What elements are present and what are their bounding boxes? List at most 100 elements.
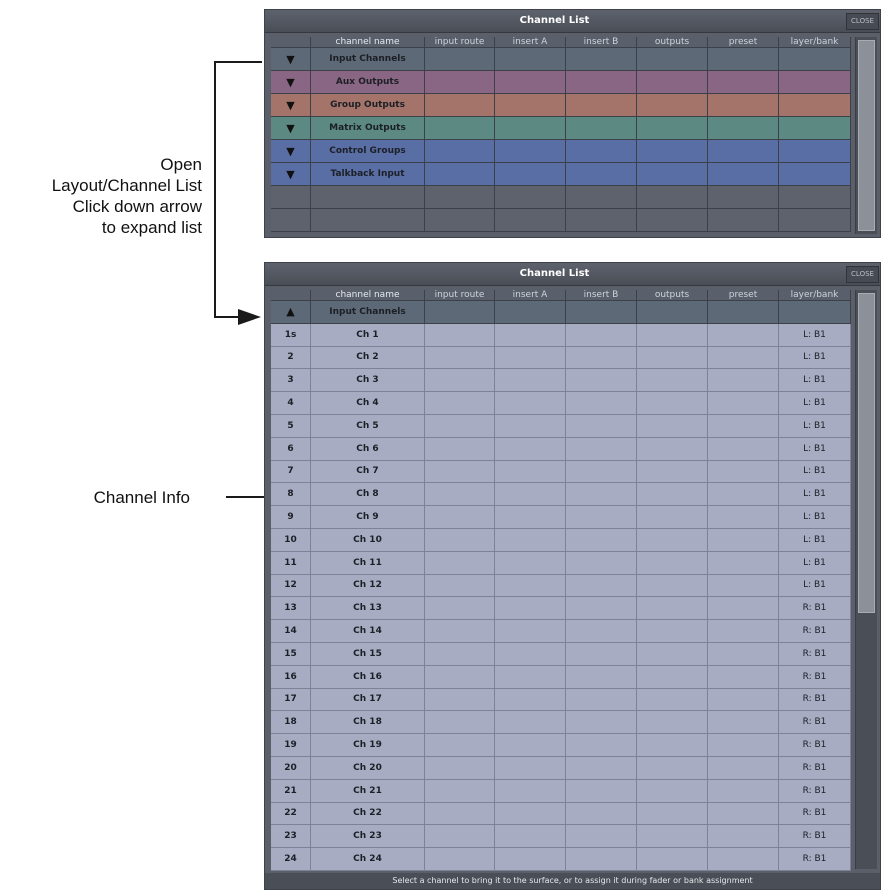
channel-cell-outputs[interactable] (637, 415, 708, 438)
channel-number[interactable]: 17 (271, 688, 311, 712)
channel-name[interactable]: Ch 12 (311, 574, 425, 598)
channel-layer-bank[interactable]: R: B1 (779, 757, 851, 780)
expand-arrow-icon[interactable]: ▼ (271, 71, 311, 94)
channel-cell-preset[interactable] (708, 688, 779, 712)
channel-cell-preset[interactable] (708, 551, 779, 575)
channel-cell-insert-a[interactable] (495, 643, 566, 666)
channel-cell-input-route[interactable] (425, 711, 495, 735)
channel-layer-bank[interactable]: L: B1 (779, 551, 851, 575)
channel-name[interactable]: Ch 11 (311, 551, 425, 575)
channel-cell-input-route[interactable] (425, 665, 495, 689)
channel-name[interactable]: Ch 10 (311, 529, 425, 552)
channel-layer-bank[interactable]: L: B1 (779, 369, 851, 393)
channel-layer-bank[interactable]: L: B1 (779, 392, 851, 415)
channel-cell-input-route[interactable] (425, 802, 495, 826)
channel-cell-preset[interactable] (708, 734, 779, 757)
channel-cell-insert-a[interactable] (495, 620, 566, 643)
channel-cell-insert-b[interactable] (566, 415, 637, 438)
channel-cell-outputs[interactable] (637, 369, 708, 393)
channel-cell-insert-a[interactable] (495, 574, 566, 598)
channel-cell-input-route[interactable] (425, 323, 495, 347)
channel-layer-bank[interactable]: L: B1 (779, 574, 851, 598)
channel-cell-insert-b[interactable] (566, 392, 637, 415)
channel-cell-preset[interactable] (708, 506, 779, 529)
channel-cell-insert-b[interactable] (566, 506, 637, 529)
channel-layer-bank[interactable]: R: B1 (779, 802, 851, 826)
channel-cell-insert-b[interactable] (566, 757, 637, 780)
channel-name[interactable]: Ch 16 (311, 665, 425, 689)
channel-cell-insert-a[interactable] (495, 848, 566, 871)
channel-number[interactable]: 8 (271, 483, 311, 507)
channel-name[interactable]: Ch 6 (311, 437, 425, 461)
channel-cell-input-route[interactable] (425, 688, 495, 712)
channel-cell-insert-a[interactable] (495, 779, 566, 803)
channel-layer-bank[interactable]: L: B1 (779, 529, 851, 552)
channel-cell-insert-a[interactable] (495, 551, 566, 575)
channel-cell-outputs[interactable] (637, 665, 708, 689)
close-button[interactable]: CLOSE (846, 13, 879, 30)
channel-cell-outputs[interactable] (637, 802, 708, 826)
channel-name[interactable]: Ch 18 (311, 711, 425, 735)
channel-cell-input-route[interactable] (425, 574, 495, 598)
group-name[interactable]: Group Outputs (311, 94, 425, 117)
channel-number[interactable]: 24 (271, 848, 311, 871)
channel-cell-preset[interactable] (708, 779, 779, 803)
channel-cell-insert-b[interactable] (566, 711, 637, 735)
channel-cell-insert-b[interactable] (566, 643, 637, 666)
channel-name[interactable]: Ch 22 (311, 802, 425, 826)
expand-arrow-icon[interactable]: ▼ (271, 94, 311, 117)
channel-cell-outputs[interactable] (637, 711, 708, 735)
channel-cell-input-route[interactable] (425, 437, 495, 461)
channel-cell-preset[interactable] (708, 848, 779, 871)
channel-number[interactable]: 11 (271, 551, 311, 575)
scrollbar[interactable] (855, 290, 877, 869)
channel-number[interactable]: 14 (271, 620, 311, 643)
channel-cell-insert-a[interactable] (495, 529, 566, 552)
channel-cell-outputs[interactable] (637, 825, 708, 849)
scrollbar-thumb[interactable] (858, 40, 875, 231)
channel-number[interactable]: 19 (271, 734, 311, 757)
group-name[interactable]: Input Channels (311, 48, 425, 71)
channel-cell-preset[interactable] (708, 620, 779, 643)
channel-number[interactable]: 13 (271, 597, 311, 621)
channel-layer-bank[interactable]: R: B1 (779, 825, 851, 849)
channel-cell-insert-b[interactable] (566, 437, 637, 461)
group-name[interactable]: Input Channels (311, 301, 425, 324)
channel-cell-outputs[interactable] (637, 506, 708, 529)
channel-number[interactable]: 1s (271, 323, 311, 347)
channel-number[interactable]: 2 (271, 346, 311, 370)
channel-cell-preset[interactable] (708, 323, 779, 347)
channel-cell-preset[interactable] (708, 346, 779, 370)
channel-cell-outputs[interactable] (637, 529, 708, 552)
channel-cell-input-route[interactable] (425, 643, 495, 666)
channel-number[interactable]: 7 (271, 460, 311, 484)
channel-number[interactable]: 18 (271, 711, 311, 735)
channel-cell-insert-a[interactable] (495, 460, 566, 484)
channel-layer-bank[interactable]: L: B1 (779, 415, 851, 438)
channel-cell-insert-b[interactable] (566, 574, 637, 598)
collapse-arrow-icon[interactable]: ▲ (271, 301, 311, 324)
channel-layer-bank[interactable]: R: B1 (779, 779, 851, 803)
channel-cell-insert-a[interactable] (495, 483, 566, 507)
channel-cell-input-route[interactable] (425, 551, 495, 575)
channel-cell-insert-a[interactable] (495, 688, 566, 712)
channel-cell-outputs[interactable] (637, 620, 708, 643)
channel-cell-outputs[interactable] (637, 437, 708, 461)
channel-cell-insert-a[interactable] (495, 665, 566, 689)
channel-number[interactable]: 20 (271, 757, 311, 780)
channel-number[interactable]: 4 (271, 392, 311, 415)
channel-cell-input-route[interactable] (425, 734, 495, 757)
channel-name[interactable]: Ch 1 (311, 323, 425, 347)
channel-name[interactable]: Ch 7 (311, 460, 425, 484)
channel-cell-insert-b[interactable] (566, 688, 637, 712)
channel-cell-insert-b[interactable] (566, 483, 637, 507)
channel-cell-input-route[interactable] (425, 825, 495, 849)
channel-cell-outputs[interactable] (637, 460, 708, 484)
channel-cell-preset[interactable] (708, 597, 779, 621)
channel-cell-insert-b[interactable] (566, 665, 637, 689)
scrollbar[interactable] (855, 37, 877, 234)
channel-name[interactable]: Ch 13 (311, 597, 425, 621)
channel-name[interactable]: Ch 17 (311, 688, 425, 712)
channel-cell-insert-b[interactable] (566, 529, 637, 552)
group-name[interactable]: Talkback Input (311, 163, 425, 186)
